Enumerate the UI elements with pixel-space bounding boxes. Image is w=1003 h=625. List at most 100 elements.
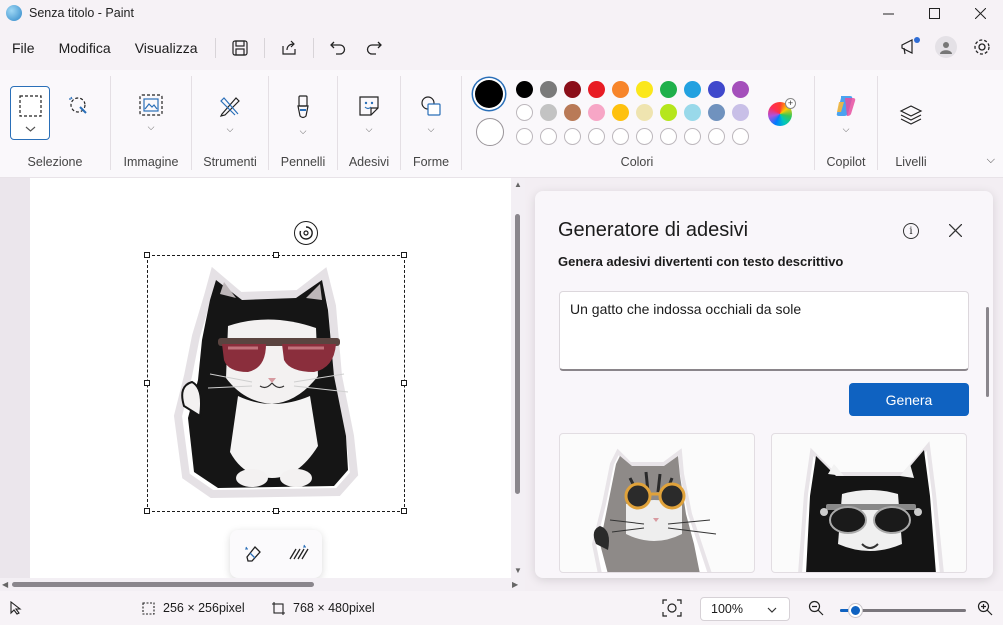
custom-color-slot[interactable] — [588, 128, 605, 145]
copilot-icon — [836, 96, 856, 116]
tools-button[interactable]: ⌵ — [212, 86, 248, 140]
share-icon — [282, 40, 297, 55]
zoom-in-button[interactable] — [977, 591, 993, 625]
sticker-prompt-input[interactable] — [559, 291, 969, 371]
remove-background-button[interactable] — [243, 543, 263, 566]
brushes-button[interactable]: ⌵ — [285, 86, 321, 140]
stickers-button[interactable]: ⌵ — [351, 86, 387, 140]
share-button[interactable] — [271, 33, 307, 63]
scroll-right-icon[interactable]: ▶ — [512, 580, 518, 589]
info-button[interactable]: i — [903, 223, 919, 239]
color-swatch[interactable] — [636, 104, 653, 121]
sticker-result-2[interactable] — [771, 433, 967, 573]
cat-sticker-image — [173, 266, 359, 499]
generate-button[interactable]: Genera — [849, 383, 969, 416]
rotate-handle[interactable] — [294, 221, 318, 245]
color-swatch[interactable] — [516, 81, 533, 98]
color-swatch[interactable] — [612, 81, 629, 98]
custom-color-slot[interactable] — [732, 128, 749, 145]
edit-colors-button[interactable]: + — [768, 98, 796, 126]
tabby-cat-sticker-image — [591, 448, 717, 572]
account-button[interactable] — [931, 32, 961, 62]
color-swatch[interactable] — [612, 104, 629, 121]
maximize-button[interactable] — [911, 0, 957, 26]
custom-color-slot[interactable] — [540, 128, 557, 145]
horizontal-scrollbar[interactable]: ◀ ▶ — [0, 578, 525, 591]
color-swatch[interactable] — [732, 81, 749, 98]
resize-handle-se[interactable] — [401, 508, 407, 514]
zoom-out-icon — [808, 600, 824, 616]
close-window-button[interactable] — [957, 0, 1003, 26]
minimize-button[interactable] — [865, 0, 911, 26]
shapes-button[interactable]: ⌵ — [413, 86, 449, 140]
person-icon — [940, 42, 952, 54]
layers-button[interactable] — [893, 96, 929, 150]
horizontal-scroll-thumb[interactable] — [12, 582, 314, 587]
resize-handle-s[interactable] — [273, 508, 279, 514]
color-swatch[interactable] — [708, 104, 725, 121]
color-swatch[interactable] — [684, 81, 701, 98]
zoom-dropdown[interactable]: 100% — [700, 597, 790, 621]
secondary-color-swatch[interactable] — [476, 118, 504, 146]
primary-color-swatch[interactable] — [475, 80, 503, 108]
custom-color-slot[interactable] — [564, 128, 581, 145]
panel-scroll-thumb[interactable] — [986, 307, 989, 397]
menu-edit[interactable]: Modifica — [47, 33, 123, 63]
color-swatch[interactable] — [708, 81, 725, 98]
whats-new-button[interactable] — [895, 32, 925, 62]
custom-color-slot[interactable] — [708, 128, 725, 145]
color-swatch[interactable] — [660, 104, 677, 121]
brushes-group-label: Pennelli — [280, 155, 326, 169]
custom-color-slot[interactable] — [636, 128, 653, 145]
menu-view[interactable]: Visualizza — [123, 33, 210, 63]
save-button[interactable] — [222, 33, 258, 63]
custom-color-slot[interactable] — [612, 128, 629, 145]
free-select-button[interactable] — [60, 86, 96, 140]
color-swatch[interactable] — [540, 104, 557, 121]
color-swatch[interactable] — [636, 81, 653, 98]
fit-to-window-button[interactable] — [662, 591, 682, 625]
color-swatch[interactable] — [660, 81, 677, 98]
resize-handle-e[interactable] — [401, 380, 407, 386]
zoom-out-button[interactable] — [808, 591, 824, 625]
drawing-canvas[interactable] — [30, 178, 511, 578]
color-swatch[interactable] — [540, 81, 557, 98]
color-swatch[interactable] — [684, 104, 701, 121]
image-tools-button[interactable]: ⌵ — [133, 86, 169, 140]
custom-color-slot[interactable] — [660, 128, 677, 145]
color-swatch[interactable] — [564, 104, 581, 121]
redo-button[interactable] — [356, 33, 392, 63]
resize-handle-nw[interactable] — [144, 252, 150, 258]
shapes-group-label: Forme — [412, 155, 450, 169]
resize-handle-n[interactable] — [273, 252, 279, 258]
undo-button[interactable] — [320, 33, 356, 63]
custom-color-slot[interactable] — [516, 128, 533, 145]
zoom-slider[interactable] — [840, 604, 966, 617]
resize-handle-w[interactable] — [144, 380, 150, 386]
select-rectangle-button[interactable] — [10, 86, 50, 140]
color-swatch[interactable] — [516, 104, 533, 121]
scroll-up-icon[interactable]: ▲ — [514, 180, 522, 189]
sticker-result-1[interactable] — [559, 433, 755, 573]
settings-button[interactable] — [967, 32, 997, 62]
menu-file[interactable]: File — [0, 33, 47, 63]
custom-color-slot[interactable] — [684, 128, 701, 145]
selection-frame[interactable] — [147, 255, 405, 512]
color-swatch[interactable] — [732, 104, 749, 121]
color-swatch[interactable] — [588, 81, 605, 98]
resize-handle-sw[interactable] — [144, 508, 150, 514]
panel-title: Generatore di adesivi — [558, 219, 749, 241]
zoom-slider-thumb[interactable] — [849, 604, 862, 617]
color-swatch[interactable] — [564, 81, 581, 98]
scroll-down-icon[interactable]: ▼ — [514, 566, 522, 575]
vertical-scroll-thumb[interactable] — [515, 214, 520, 494]
resize-handle-ne[interactable] — [401, 252, 407, 258]
generative-fill-button[interactable] — [288, 543, 310, 566]
ribbon-expand-button[interactable]: ⌵ — [987, 154, 995, 167]
vertical-scrollbar[interactable]: ▲ ▼ — [511, 178, 525, 578]
canvas-size-indicator: 768 × 480pixel — [272, 591, 375, 625]
copilot-button[interactable]: ⌵ — [828, 86, 864, 140]
close-panel-button[interactable] — [948, 221, 963, 242]
color-swatch[interactable] — [588, 104, 605, 121]
scroll-left-icon[interactable]: ◀ — [2, 580, 8, 589]
